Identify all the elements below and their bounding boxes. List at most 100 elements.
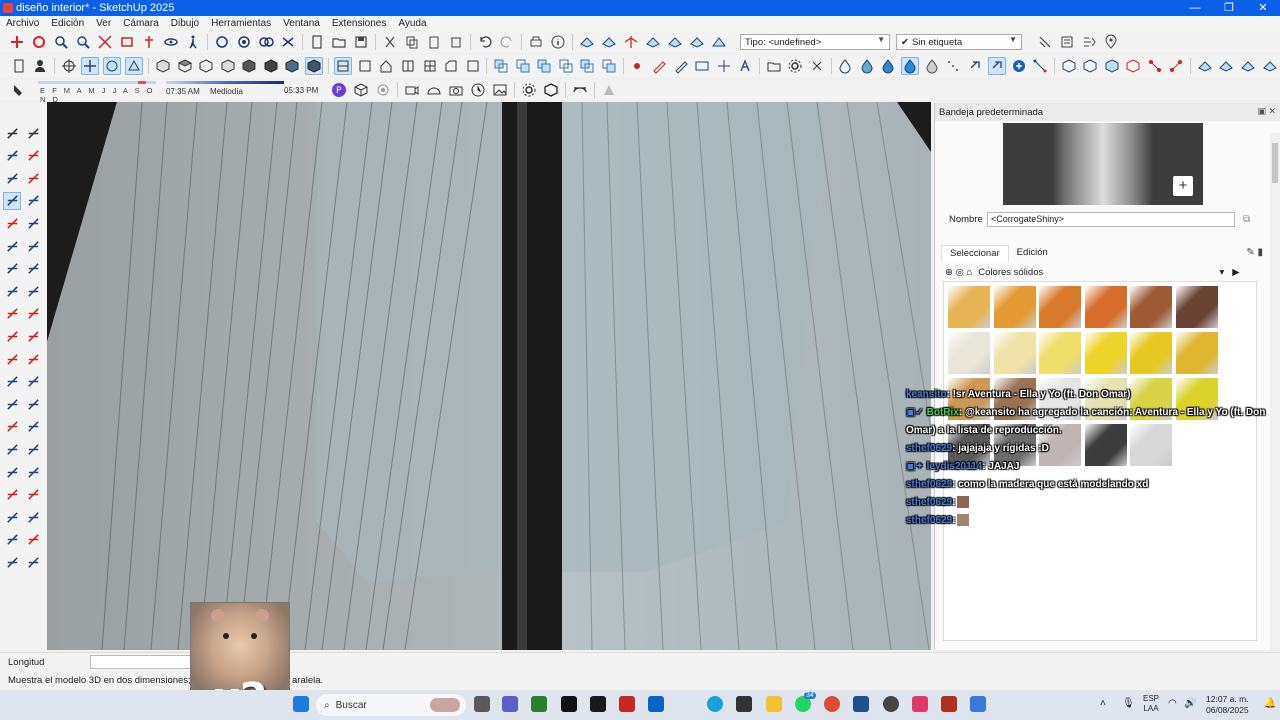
sandbox-grid-3-icon[interactable]: [1239, 57, 1257, 75]
tool-walk-icon[interactable]: [24, 508, 42, 526]
gear-settings-icon[interactable]: [520, 81, 538, 99]
sandbox-4-icon[interactable]: [644, 33, 662, 51]
taskbar-search[interactable]: ⌕ Buscar: [316, 694, 466, 716]
tool-offset-icon[interactable]: [24, 350, 42, 368]
picture-icon[interactable]: [491, 81, 509, 99]
netflix-icon[interactable]: [619, 696, 635, 712]
teams-icon[interactable]: [502, 696, 518, 712]
tool-axes-icon[interactable]: [3, 418, 21, 436]
paste-icon[interactable]: [425, 33, 443, 51]
tray-scrollbar[interactable]: [1270, 133, 1280, 650]
minimize-button[interactable]: —: [1178, 0, 1212, 16]
photo-camera-icon[interactable]: [447, 81, 465, 99]
sandbox-2-icon[interactable]: [600, 33, 618, 51]
library-dropdown[interactable]: Colores sólidos ▾: [978, 267, 1224, 278]
right-view-icon[interactable]: [219, 57, 237, 75]
time-slider[interactable]: 07:35 AM Mediodía: [166, 81, 286, 99]
back-view-icon[interactable]: [241, 57, 259, 75]
outlook-icon[interactable]: [648, 696, 664, 712]
photos-icon[interactable]: [970, 696, 986, 712]
tool-sandbox-2-icon[interactable]: [24, 553, 42, 571]
tool-previous-icon[interactable]: [24, 486, 42, 504]
tool-rotate-icon[interactable]: [3, 327, 21, 345]
measure-tool-icon[interactable]: [693, 57, 711, 75]
windows-start-icon[interactable]: [293, 696, 309, 712]
tray-pin-close-icons[interactable]: ▣ ✕: [1257, 106, 1276, 117]
edit-red-icon[interactable]: [650, 57, 668, 75]
tool-protractor-icon[interactable]: [3, 395, 21, 413]
sandbox-grid-1-icon[interactable]: [1196, 57, 1214, 75]
month-slider[interactable]: E F M A M J J A S O N D: [38, 81, 158, 104]
etiqueta-dropdown[interactable]: ✔ Sin etiqueta ▼: [896, 34, 1022, 50]
duplicate-icon[interactable]: ⧉: [1243, 214, 1250, 225]
text-tool-icon[interactable]: [736, 57, 754, 75]
tool-look-around-icon[interactable]: [3, 531, 21, 549]
extension-purple-icon[interactable]: P: [330, 81, 348, 99]
file-explorer-icon[interactable]: [766, 696, 782, 712]
tool-select-icon[interactable]: [3, 124, 21, 142]
tool-freehand-icon[interactable]: [24, 192, 42, 210]
drop-half-icon[interactable]: [858, 57, 876, 75]
material-swatch[interactable]: [1039, 286, 1081, 328]
create-material-icon[interactable]: +: [1173, 176, 1193, 196]
tool-arc-icon[interactable]: [3, 260, 21, 278]
page-icon[interactable]: [10, 57, 28, 75]
paint-dot-icon[interactable]: [629, 57, 647, 75]
mic-icon[interactable]: 🎙: [1122, 698, 1135, 709]
chrome-icon[interactable]: [824, 696, 840, 712]
tab-seleccionar[interactable]: Seleccionar: [941, 245, 1009, 261]
tool-move-icon[interactable]: [3, 305, 21, 323]
copy-icon[interactable]: [403, 33, 421, 51]
material-swatch[interactable]: [948, 332, 990, 374]
tiktok-icon[interactable]: [561, 696, 577, 712]
menu-edicion[interactable]: Edición: [45, 18, 90, 29]
tool-paint-bucket-icon[interactable]: [3, 147, 21, 165]
material-name-field[interactable]: <CorrogateShiny>: [987, 211, 1235, 227]
sandbox-grid-4-icon[interactable]: [1261, 57, 1279, 75]
axes-icon[interactable]: [715, 57, 733, 75]
perspective-icon[interactable]: [125, 57, 144, 75]
zoom-window-icon[interactable]: [74, 33, 92, 51]
solid-box-3-icon[interactable]: [421, 57, 439, 75]
tool-tape-measure-icon[interactable]: [3, 373, 21, 391]
menu-dibujo[interactable]: Dibujo: [165, 18, 205, 29]
tool-sandbox-1-icon[interactable]: [3, 553, 21, 571]
settings-gear-icon[interactable]: [786, 57, 804, 75]
shadow-toggle-icon[interactable]: [10, 81, 28, 99]
zoom-active-icon[interactable]: [103, 57, 122, 75]
tipo-dropdown[interactable]: Tipo: <undefined> ▼: [740, 34, 890, 50]
erase-icon[interactable]: [447, 33, 465, 51]
edge-icon[interactable]: [707, 696, 723, 712]
link-icon[interactable]: [966, 57, 984, 75]
menu-camara[interactable]: Cámara: [117, 18, 165, 29]
material-swatch[interactable]: [993, 332, 1036, 374]
folder-icon[interactable]: [765, 57, 783, 75]
tool-rectangle-icon[interactable]: [3, 214, 21, 232]
nodes-red-2-icon[interactable]: [1168, 57, 1186, 75]
print-icon[interactable]: [527, 33, 545, 51]
volume-icon[interactable]: 🔊: [1184, 698, 1196, 709]
material-swatch[interactable]: [1130, 332, 1172, 374]
obs-icon[interactable]: [883, 696, 899, 712]
triangle-gray-icon[interactable]: [600, 81, 618, 99]
pan-icon[interactable]: [81, 57, 100, 75]
sandbox-1-icon[interactable]: [578, 33, 596, 51]
close-button[interactable]: ✕: [1246, 0, 1280, 16]
camera-icon[interactable]: [403, 81, 421, 99]
link-active-icon[interactable]: [987, 57, 1006, 75]
hex-3-icon[interactable]: [1103, 57, 1121, 75]
undo-icon[interactable]: [476, 33, 494, 51]
sandbox-7-icon[interactable]: [710, 33, 728, 51]
tool-tag-icon[interactable]: [3, 169, 21, 187]
task-view-icon[interactable]: [474, 696, 490, 712]
menu-herramientas[interactable]: Herramientas: [205, 18, 277, 29]
wifi-icon[interactable]: ◠: [1168, 698, 1177, 709]
notifications-icon[interactable]: 🔔: [1264, 698, 1276, 709]
material-swatch[interactable]: [1175, 286, 1218, 328]
winrar-icon[interactable]: [941, 696, 957, 712]
subtract-icon[interactable]: [557, 57, 575, 75]
left-view-icon[interactable]: [262, 57, 280, 75]
chevron-up-icon[interactable]: ˄: [1100, 698, 1106, 709]
tool-pencil-icon[interactable]: [3, 191, 21, 210]
menu-ayuda[interactable]: Ayuda: [392, 18, 432, 29]
